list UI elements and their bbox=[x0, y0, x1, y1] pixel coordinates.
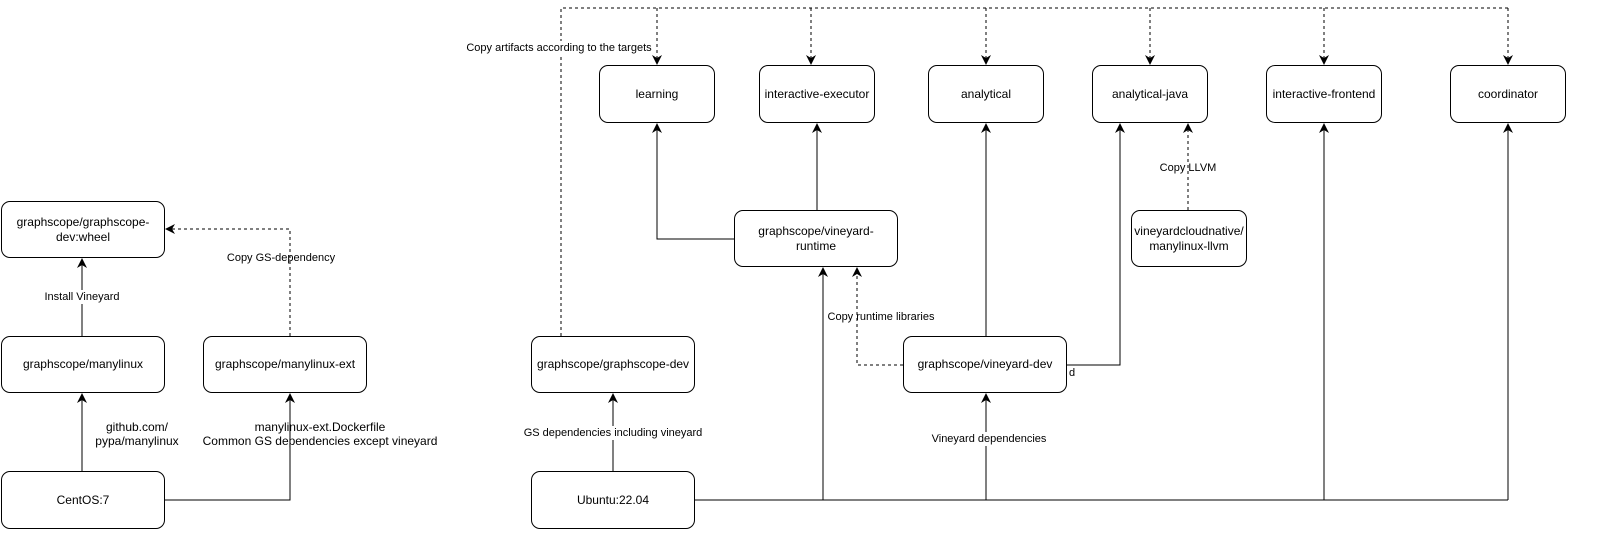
edge-label-copy-runtime: Copy runtime libraries bbox=[827, 311, 935, 323]
node-interactive-frontend[interactable]: interactive-frontend bbox=[1266, 65, 1382, 123]
edge-label-line: Common GS dependencies except vineyard bbox=[202, 434, 438, 448]
node-vineyard-dev[interactable]: graphscope/vineyard-dev bbox=[903, 336, 1067, 393]
edge-vineyard-dev-to-analytical-java bbox=[1067, 123, 1125, 366]
edge-label-copy-artifacts: Copy artifacts according to the targets bbox=[466, 41, 652, 55]
edge-label-line: pypa/manylinux bbox=[95, 434, 179, 448]
node-coordinator[interactable]: coordinator bbox=[1450, 65, 1566, 123]
edge-label-vineyard-dependencies: Vineyard dependencies bbox=[931, 432, 1047, 446]
node-centos[interactable]: CentOS:7 bbox=[1, 471, 165, 529]
node-vineyard-runtime[interactable]: graphscope/vineyard-runtime bbox=[734, 210, 898, 267]
edge-label-gs-dependencies: GS dependencies including vineyard bbox=[523, 426, 703, 440]
node-analytical-java[interactable]: analytical-java bbox=[1092, 65, 1208, 123]
node-wheel[interactable]: graphscope/graphscope-dev:wheel bbox=[1, 201, 165, 258]
edge-label-stray: d bbox=[1068, 367, 1076, 379]
node-ubuntu[interactable]: Ubuntu:22.04 bbox=[531, 471, 695, 529]
node-manylinux-ext[interactable]: graphscope/manylinux-ext bbox=[203, 336, 367, 393]
node-manylinux[interactable]: graphscope/manylinux bbox=[1, 336, 165, 393]
node-analytical[interactable]: analytical bbox=[928, 65, 1044, 123]
edge-label-manylinux-ext: manylinux-ext.Dockerfile Common GS depend… bbox=[203, 420, 438, 448]
edge-runtime-to-learning bbox=[652, 123, 734, 240]
edge-ext-to-wheel bbox=[165, 224, 291, 336]
edge-label-line: github.com/ bbox=[105, 420, 169, 434]
edge-label-manylinux-source: github.com/pypa/manylinux bbox=[95, 420, 178, 448]
node-graphscope-dev[interactable]: graphscope/graphscope-dev bbox=[531, 336, 695, 393]
edge-label-line: manylinux-ext.Dockerfile bbox=[254, 420, 386, 434]
node-learning[interactable]: learning bbox=[599, 65, 715, 123]
node-vineyard-llvm[interactable]: vineyardcloudnative/manylinux-llvm bbox=[1131, 210, 1247, 267]
edge-label-copy-llvm: Copy LLVM bbox=[1159, 162, 1217, 174]
node-interactive-executor[interactable]: interactive-executor bbox=[759, 65, 875, 123]
edge-gsdev-artifacts bbox=[560, 7, 1508, 336]
edge-label-copy-gs-dependency: Copy GS-dependency bbox=[226, 252, 336, 264]
edge-label-install-vineyard: Install Vineyard bbox=[44, 290, 120, 304]
